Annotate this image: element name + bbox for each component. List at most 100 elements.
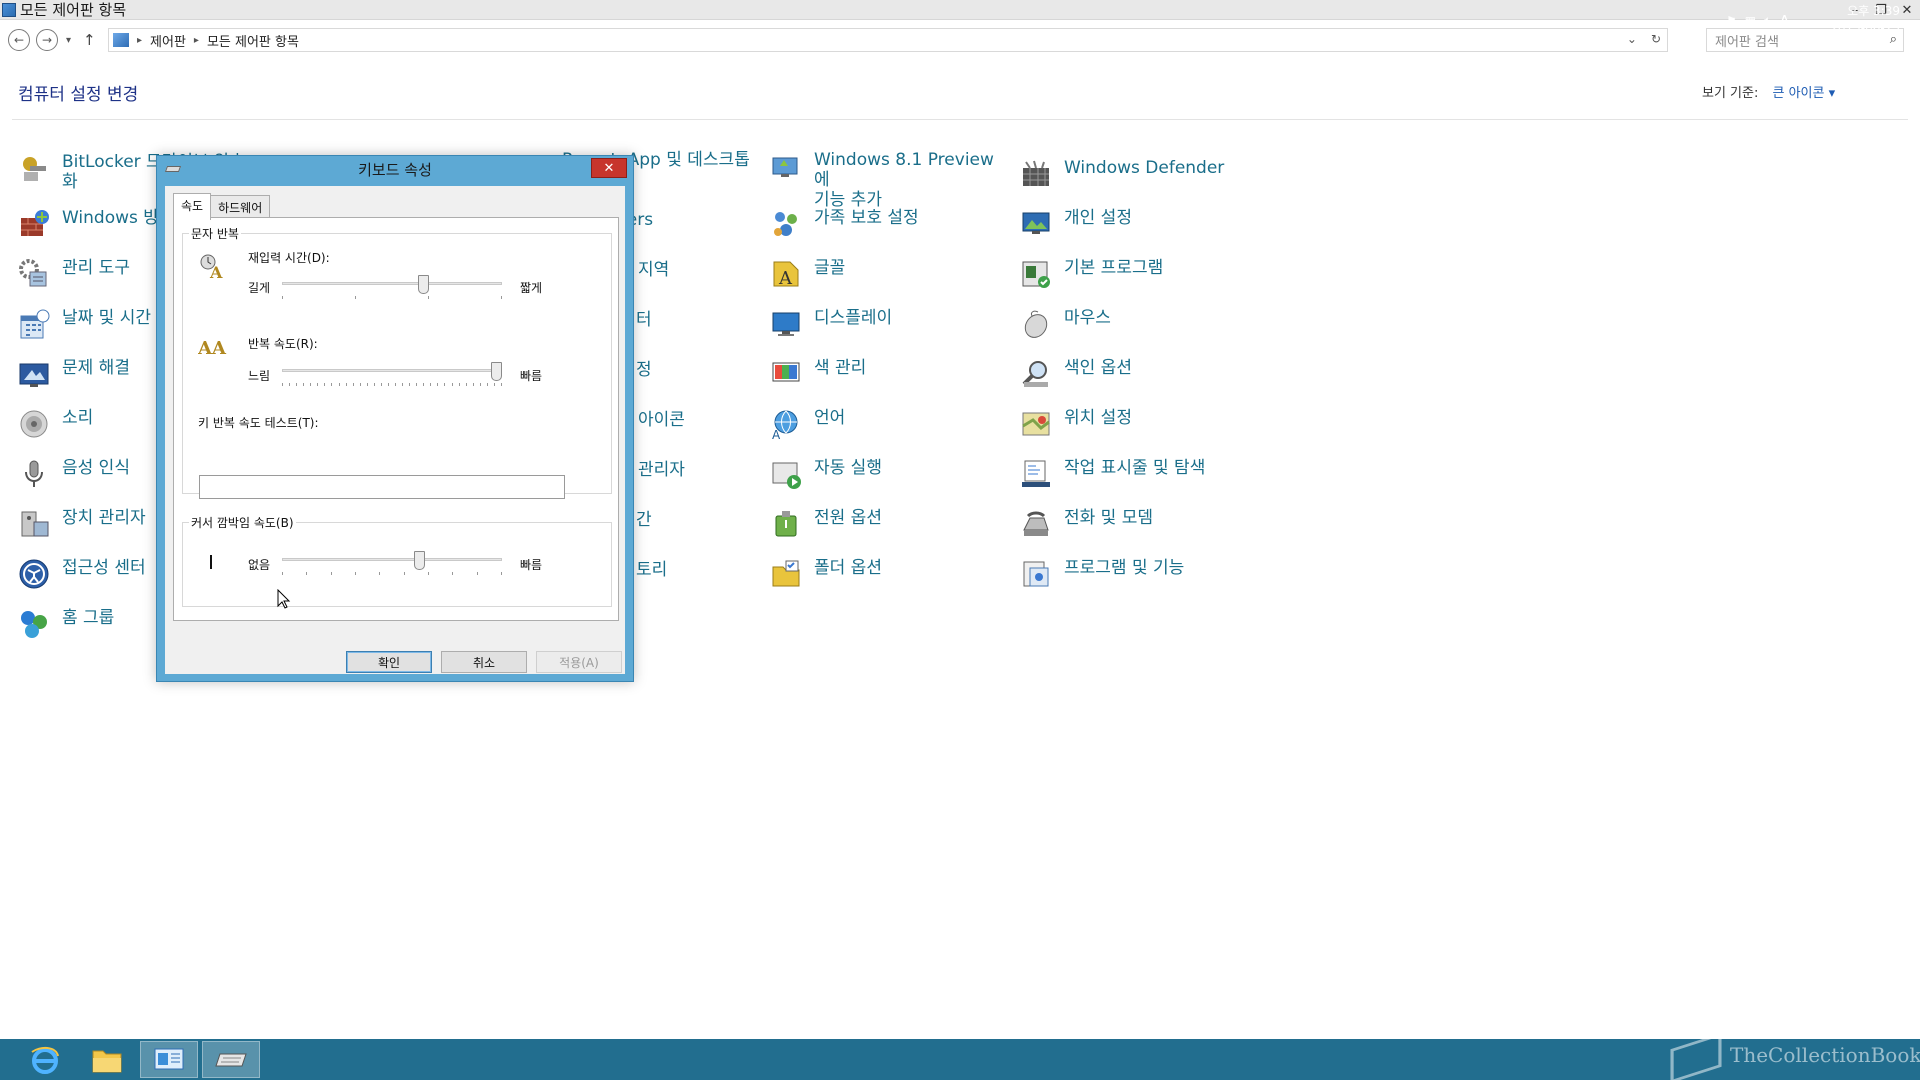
cancel-button[interactable]: 취소 <box>441 651 527 673</box>
repeat-rate-icon: AA <box>197 336 230 359</box>
forward-button[interactable]: → <box>36 29 58 51</box>
cp-item-taskbar-navigation[interactable]: 작업 표시줄 및 탐색 <box>1020 458 1205 490</box>
taskbar-keyboard-button[interactable] <box>202 1041 260 1078</box>
tab-speed[interactable]: 속도 <box>173 193 212 220</box>
ok-button[interactable]: 확인 <box>346 651 432 673</box>
sound-icon <box>20 410 48 438</box>
cp-item-date-time[interactable]: 날짜 및 시간 <box>18 308 151 340</box>
color-management-icon <box>772 362 800 382</box>
dialog-body: 속도 하드웨어 문자 반복 A 재입력 시간(D): 길게 짧게 AA 반복 속… <box>165 186 625 674</box>
repeat-delay-icon: A <box>198 252 228 282</box>
cp-item-notification-icons[interactable]: 아이콘 <box>638 410 685 430</box>
svg-text:A: A <box>209 263 223 280</box>
back-button[interactable]: ← <box>8 29 30 51</box>
cp-item-homegroup[interactable]: 홈 그룹 <box>18 608 114 640</box>
slider-tick <box>289 383 291 386</box>
cp-item-label: 토리 <box>636 560 668 580</box>
slider-tick <box>486 383 488 386</box>
tab-panel-speed: 문자 반복 A 재입력 시간(D): 길게 짧게 AA 반복 속도(R): 느림 <box>173 217 619 621</box>
cp-item-credential-manager[interactable]: 관리자 <box>638 460 685 480</box>
cp-item-autoplay[interactable]: 자동 실행 <box>770 458 882 490</box>
cp-item-personalization[interactable]: 개인 설정 <box>1020 208 1132 240</box>
cp-item-storage-spaces[interactable]: 간 <box>636 510 652 530</box>
cp-item-file-history[interactable]: 토리 <box>636 560 667 580</box>
programs-features-icon <box>1023 561 1049 587</box>
repeat-delay-slider[interactable] <box>282 275 502 299</box>
cp-item-recovery[interactable]: 정 <box>636 360 652 380</box>
slider-tick <box>465 383 467 386</box>
power-options-icon <box>775 511 797 537</box>
cp-item-fonts[interactable]: A 글꼴 <box>770 258 845 290</box>
cp-item-speech[interactable]: 음성 인식 <box>18 458 130 490</box>
view-by-dropdown[interactable]: 큰 아이콘 ▾ <box>1773 86 1836 101</box>
breadcrumb-control-panel[interactable]: 제어판 <box>150 31 186 50</box>
slider-tick <box>428 296 429 299</box>
cp-item-phone-modem[interactable]: 전화 및 모뎀 <box>1020 508 1153 540</box>
taskbar-clock[interactable]: 오후 3:39 2013-06-25 <box>1830 3 1900 37</box>
window-titlebar: 모든 제어판 항목 – ❐ ✕ <box>0 0 1920 20</box>
cp-item-add-features[interactable]: Windows 8.1 Preview에 기능 추가 <box>770 150 1000 210</box>
cp-item-defender[interactable]: Windows Defender <box>1020 158 1224 190</box>
cp-item-power-options[interactable]: 전원 옵션 <box>770 508 882 540</box>
taskbar-control-panel-button[interactable] <box>140 1041 198 1078</box>
flag-icon[interactable]: ⚑ <box>1726 14 1737 28</box>
up-button[interactable]: ↑ <box>83 31 96 49</box>
apply-button[interactable]: 적용(A) <box>536 651 622 673</box>
taskbar-explorer-button[interactable] <box>78 1041 136 1078</box>
cp-item-family-safety[interactable]: 가족 보호 설정 <box>770 208 919 240</box>
cp-item-label: 관리자 <box>638 460 685 480</box>
internet-explorer-icon <box>31 1046 59 1074</box>
date-time-icon <box>20 309 50 339</box>
slider-tick <box>493 383 495 386</box>
display-icon <box>772 312 800 336</box>
address-actions: ⌄ ↻ <box>1627 32 1661 46</box>
cp-item-display[interactable]: 디스플레이 <box>770 308 892 340</box>
cp-item-label: Windows Defender <box>1064 158 1225 178</box>
cp-item-programs-features[interactable]: 프로그램 및 기능 <box>1020 558 1184 590</box>
cp-item-ease-of-access[interactable]: 접근성 센터 <box>18 558 146 590</box>
cursor-blink-slider[interactable] <box>282 551 502 575</box>
slider-tick <box>359 383 361 386</box>
indexing-icon <box>1022 361 1048 387</box>
cp-item-default-programs[interactable]: 기본 프로그램 <box>1020 258 1163 290</box>
recent-pages-chevron-icon[interactable]: ▾ <box>66 35 71 46</box>
dialog-close-button[interactable]: ✕ <box>591 158 627 178</box>
cp-item-label: 마우스 <box>1064 308 1111 328</box>
slider-tick <box>380 383 382 386</box>
repeat-rate-slider[interactable] <box>282 362 502 386</box>
cp-item-troubleshoot[interactable]: 문제 해결 <box>18 358 130 390</box>
cp-item-sync-center[interactable]: 터 <box>636 310 652 330</box>
cp-item-language[interactable]: A 언어 <box>770 408 845 440</box>
slider-tick <box>310 383 312 386</box>
network-icon[interactable]: ▦ <box>1745 14 1756 28</box>
cp-item-device-manager[interactable]: 장치 관리자 <box>18 508 146 540</box>
personalization-icon <box>1022 212 1050 234</box>
slider-thumb[interactable] <box>418 275 429 294</box>
address-bar[interactable]: ▸ 제어판 ▸ 모든 제어판 항목 ⌄ ↻ <box>108 28 1668 52</box>
cp-item-location[interactable]: 위치 설정 <box>1020 408 1132 440</box>
cp-item-label: 날짜 및 시간 <box>62 308 152 328</box>
refresh-icon[interactable]: ↻ <box>1651 32 1661 46</box>
taskbar-ie-button[interactable] <box>16 1041 74 1078</box>
repeat-delay-right-label: 짧게 <box>520 281 543 295</box>
cp-item-sound[interactable]: 소리 <box>18 408 93 440</box>
slider-tick <box>500 572 502 575</box>
cp-item-indexing[interactable]: 색인 옵션 <box>1020 358 1132 390</box>
ime-indicator[interactable]: A <box>1779 12 1789 30</box>
cp-item-region[interactable]: 지역 <box>638 260 669 280</box>
repeat-test-input[interactable] <box>199 475 565 499</box>
slider-thumb[interactable] <box>491 362 502 381</box>
slider-tick <box>352 383 354 386</box>
cp-item-mouse[interactable]: 마우스 <box>1020 308 1111 340</box>
homegroup-icon <box>21 611 47 638</box>
chevron-down-icon[interactable]: ⌄ <box>1627 32 1637 46</box>
cp-item-admin-tools[interactable]: 관리 도구 <box>18 258 130 290</box>
breadcrumb-all-items[interactable]: 모든 제어판 항목 <box>207 31 299 50</box>
slider-tick <box>427 572 429 575</box>
slider-ticks <box>282 383 502 386</box>
cp-item-folder-options[interactable]: 폴더 옵션 <box>770 558 882 590</box>
group-legend: 커서 깜박임 속도(B) <box>189 514 296 531</box>
volume-icon[interactable]: 🔈︎ <box>1764 13 1771 28</box>
slider-thumb[interactable] <box>414 551 425 570</box>
cp-item-color-management[interactable]: 색 관리 <box>770 358 866 390</box>
